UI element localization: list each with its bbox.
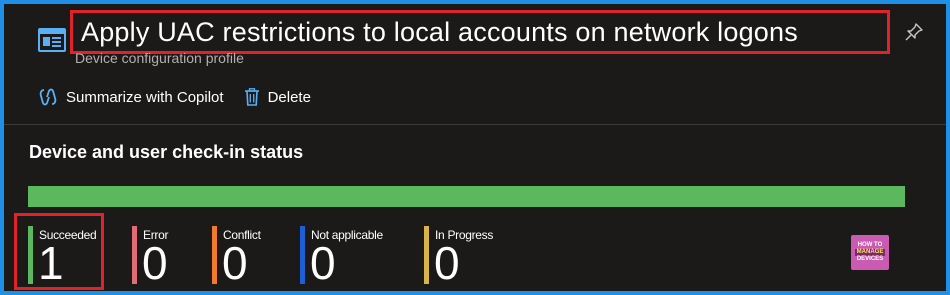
stat-value: 0 <box>310 237 336 289</box>
stat-value: 1 <box>38 237 64 289</box>
trash-icon <box>244 88 259 106</box>
summarize-with-copilot-button[interactable]: Summarize with Copilot <box>38 88 224 106</box>
check-in-status-bar <box>28 186 905 207</box>
copilot-icon <box>39 88 57 106</box>
stat-accent <box>28 226 33 284</box>
stat-value: 0 <box>434 237 460 289</box>
stat-value: 0 <box>142 237 168 289</box>
stat-accent <box>212 226 217 284</box>
toolbar-divider <box>4 124 946 125</box>
logo-line: HOW TO <box>857 242 883 248</box>
page-subtitle: Device configuration profile <box>75 50 244 66</box>
title-highlight: Apply UAC restrictions to local accounts… <box>70 10 890 54</box>
page-title: Apply UAC restrictions to local accounts… <box>81 16 798 47</box>
stat-value: 0 <box>222 237 248 289</box>
section-title: Device and user check-in status <box>29 142 304 162</box>
profile-panel: Apply UAC restrictions to local accounts… <box>4 4 946 291</box>
logo-line: MANAGE <box>854 249 886 256</box>
pin-icon[interactable] <box>904 22 924 42</box>
stat-accent <box>132 226 137 284</box>
command-bar: Summarize with Copilot Delete <box>38 88 311 106</box>
device-configuration-icon <box>38 28 66 52</box>
stat-accent <box>424 226 429 284</box>
logo-line: DEVICES <box>856 256 884 262</box>
how-to-manage-devices-logo: HOW TO MANAGE DEVICES <box>851 235 889 270</box>
stat-accent <box>300 226 305 284</box>
delete-button-label: Delete <box>267 88 311 106</box>
copilot-button-label: Summarize with Copilot <box>66 88 224 106</box>
delete-button[interactable]: Delete <box>244 88 311 106</box>
succeeded-bar-fill <box>28 186 905 207</box>
